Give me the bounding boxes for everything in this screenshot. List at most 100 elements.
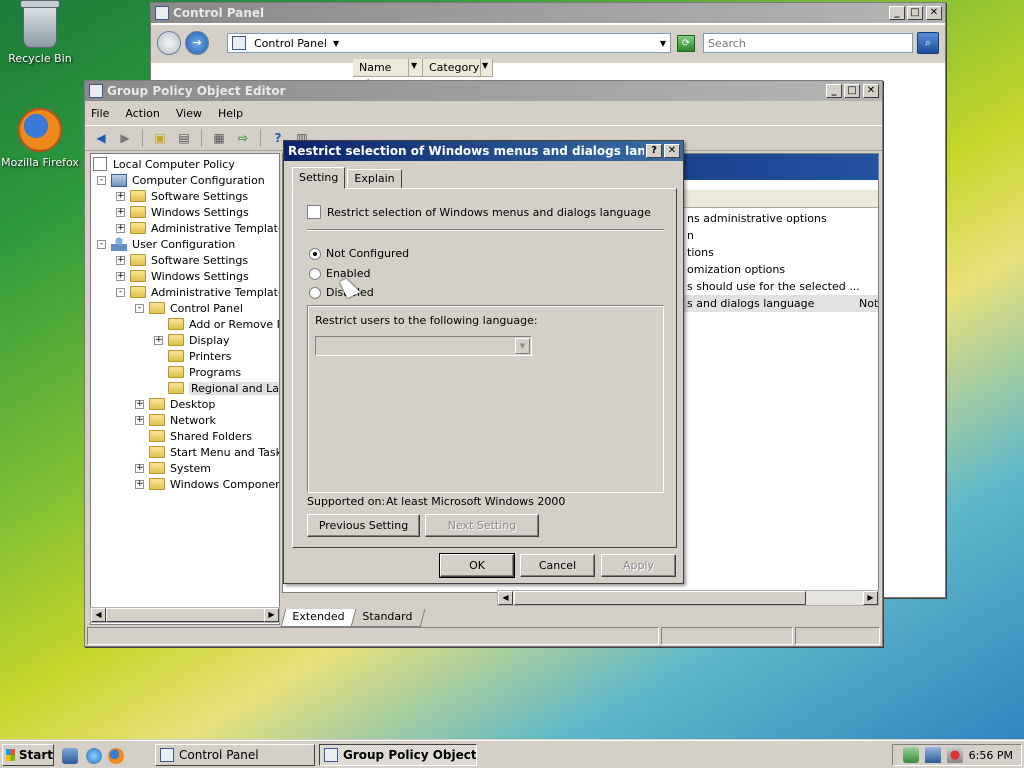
recycle-bin-desktop-icon[interactable]: Recycle Bin — [0, 0, 80, 65]
expand-icon[interactable]: + — [116, 191, 125, 201]
radio-not-configured[interactable]: Not Configured — [309, 247, 409, 260]
column-name-dropdown[interactable]: ▼ — [409, 59, 423, 77]
tree-item[interactable]: - Administrative Templates — [116, 284, 279, 300]
properties-icon[interactable]: ▦ — [209, 129, 229, 147]
previous-setting-button[interactable]: Previous Setting — [307, 514, 420, 537]
export-list-icon[interactable]: ⇨ — [233, 129, 253, 147]
maximize-button[interactable]: □ — [844, 84, 860, 98]
close-button[interactable]: ✕ — [926, 6, 942, 20]
language-select[interactable]: ▼ — [315, 336, 532, 356]
tree-item[interactable]: Add or Remove Pro — [154, 316, 279, 332]
internet-explorer-icon[interactable] — [86, 748, 102, 764]
tree-item[interactable]: Printers — [154, 348, 231, 364]
menu-file[interactable]: File — [91, 107, 109, 120]
expand-icon[interactable]: + — [135, 415, 144, 425]
apply-button[interactable]: Apply — [601, 554, 676, 577]
column-header-name[interactable]: Name ▲ — [353, 59, 409, 86]
expand-icon[interactable]: + — [116, 255, 125, 265]
tree-item[interactable]: + Desktop — [135, 396, 215, 412]
show-desktop-icon[interactable] — [62, 748, 78, 764]
tree-pane[interactable]: Local Computer Policy - Computer Configura… — [90, 153, 280, 625]
menu-help[interactable]: Help — [218, 107, 243, 120]
tree-item[interactable]: + Windows Settings — [116, 268, 249, 284]
radio-enabled-button[interactable] — [309, 267, 321, 280]
dialog-titlebar[interactable]: Restrict selection of Windows menus and … — [284, 141, 683, 161]
scroll-left-icon[interactable]: ◀ — [91, 608, 106, 622]
collapse-icon[interactable]: - — [116, 287, 125, 297]
expand-icon[interactable]: + — [135, 479, 144, 489]
search-input[interactable] — [703, 33, 913, 53]
taskbar-gpedit[interactable]: Group Policy Object E... — [319, 744, 477, 766]
expand-icon[interactable]: + — [135, 463, 144, 473]
tree-item[interactable]: + System — [135, 460, 211, 476]
gpedit-titlebar[interactable]: Group Policy Object Editor _ □ ✕ — [85, 81, 882, 101]
address-dropdown-icon[interactable]: ▼ — [660, 39, 666, 48]
chevron-down-icon[interactable]: ▼ — [515, 338, 530, 354]
radio-disabled[interactable]: Disabled — [309, 286, 374, 299]
settings-hscroll-thumb[interactable] — [514, 591, 806, 605]
expand-icon[interactable]: + — [116, 207, 125, 217]
control-panel-titlebar[interactable]: Control Panel _ □ ✕ — [151, 3, 945, 23]
up-folder-icon[interactable]: ▣ — [150, 129, 170, 147]
address-bar[interactable]: Control Panel ▼ ▼ — [227, 33, 671, 53]
expand-icon[interactable]: + — [116, 223, 125, 233]
tree-hscroll-thumb[interactable] — [106, 608, 266, 622]
expand-icon[interactable]: + — [135, 399, 144, 409]
tree-item[interactable]: - User Configuration — [97, 236, 235, 252]
column-header-category[interactable]: Category — [423, 59, 481, 77]
collapse-icon[interactable]: - — [135, 303, 144, 313]
expand-icon[interactable]: + — [116, 271, 125, 281]
firefox-desktop-icon[interactable]: Mozilla Firefox — [0, 108, 80, 169]
tab-setting[interactable]: Setting — [292, 167, 346, 189]
radio-enabled[interactable]: Enabled — [309, 267, 370, 280]
taskbar-control-panel[interactable]: Control Panel — [155, 744, 315, 766]
scroll-right-icon[interactable]: ▶ — [264, 608, 279, 622]
cancel-button[interactable]: Cancel — [520, 554, 595, 577]
settings-hscrollbar[interactable]: ◀ ▶ — [497, 590, 879, 606]
close-button[interactable]: ✕ — [664, 144, 680, 158]
menu-action[interactable]: Action — [125, 107, 159, 120]
tree-item[interactable]: Shared Folders — [135, 428, 252, 444]
ok-button[interactable]: OK — [439, 553, 515, 578]
forward-arrow-icon[interactable]: ▶ — [115, 129, 135, 147]
minimize-button[interactable]: _ — [889, 6, 905, 20]
menu-view[interactable]: View — [176, 107, 202, 120]
next-setting-button[interactable]: Next Setting — [425, 514, 539, 537]
tree-item[interactable]: + Software Settings — [116, 188, 248, 204]
maximize-button[interactable]: □ — [907, 6, 923, 20]
scroll-right-icon[interactable]: ▶ — [863, 591, 878, 605]
help-button[interactable]: ? — [646, 144, 662, 158]
minimize-button[interactable]: _ — [826, 84, 842, 98]
tree-item[interactable]: + Network — [135, 412, 216, 428]
firefox-quicklaunch-icon[interactable] — [108, 748, 124, 764]
refresh-icon[interactable]: ⟳ — [677, 35, 695, 52]
tree-item[interactable]: + Windows Components — [135, 476, 279, 492]
column-category-dropdown[interactable]: ▼ — [481, 59, 493, 77]
tree-item[interactable]: + Administrative Templates — [116, 220, 279, 236]
radio-disabled-button[interactable] — [309, 286, 321, 299]
chevron-down-icon[interactable]: ▼ — [333, 39, 339, 48]
show-hide-tree-icon[interactable]: ▤ — [174, 129, 194, 147]
tree-item[interactable]: Programs — [154, 364, 241, 380]
tab-extended[interactable]: Extended — [280, 609, 358, 627]
clock[interactable]: 6:56 PM — [969, 749, 1013, 762]
scroll-left-icon[interactable]: ◀ — [498, 591, 513, 605]
network-icon[interactable] — [924, 747, 941, 763]
tree-item[interactable]: - Control Panel — [135, 300, 243, 316]
tree-item[interactable]: + Display — [154, 332, 230, 348]
expand-icon[interactable]: + — [154, 335, 163, 345]
back-arrow-icon[interactable]: ◀ — [91, 129, 111, 147]
tree-item[interactable]: + Windows Settings — [116, 204, 249, 220]
forward-icon[interactable]: → — [185, 31, 209, 55]
radio-not-configured-button[interactable] — [309, 247, 321, 260]
security-center-icon[interactable] — [902, 747, 919, 763]
tree-item[interactable]: Regional and Langu — [154, 380, 279, 396]
tab-standard[interactable]: Standard — [350, 609, 426, 627]
tree-item[interactable]: Local Computer Policy — [93, 156, 235, 172]
collapse-icon[interactable]: - — [97, 239, 106, 249]
start-button[interactable]: Start — [2, 744, 54, 766]
tab-explain[interactable]: Explain — [347, 169, 402, 189]
tree-item[interactable]: + Software Settings — [116, 252, 248, 268]
volume-muted-icon[interactable] — [946, 747, 963, 763]
collapse-icon[interactable]: - — [97, 175, 106, 185]
